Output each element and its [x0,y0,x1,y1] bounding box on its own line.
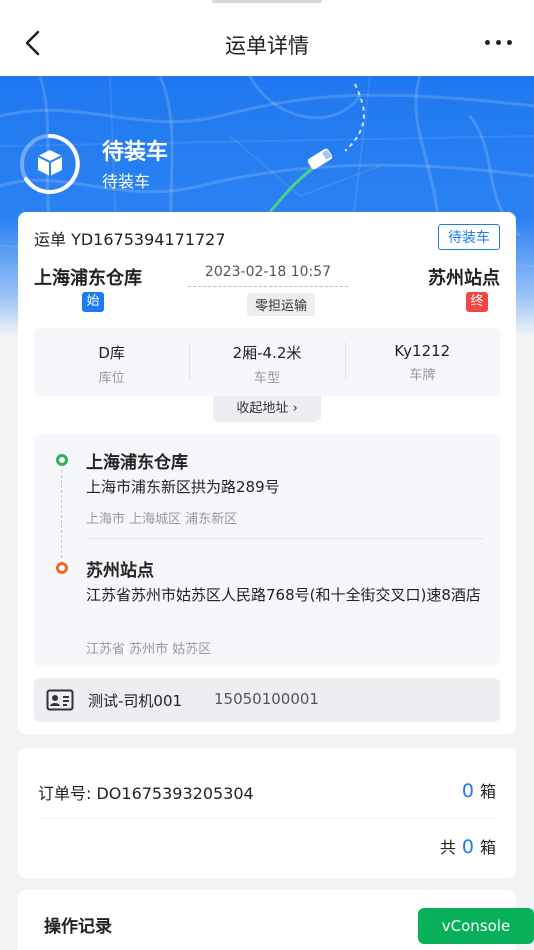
driver-phone[interactable]: 15050100001 [214,690,319,708]
origin-dot-icon [56,454,68,466]
address-divider [86,538,484,539]
spec-value: D库 [98,344,125,362]
status-badge: 待装车 [438,224,500,250]
spec-warehouse: D库 库位 [34,328,189,396]
route-divider [188,286,348,287]
origin-address-name: 上海浦东仓库 [86,453,188,473]
origin-address-line: 上海市浦东新区拱为路289号 [86,478,280,496]
route-line [61,470,62,558]
end-badge: 终 [466,292,488,312]
route-summary: 上海浦东仓库 始 2023-02-18 10:57 零担运输 苏州站点 终 [18,260,516,320]
spec-plate: Ky1212 车牌 [344,328,500,396]
destination-address-line: 江苏省苏州市姑苏区人民路768号(和十全街交叉口)速8酒店 [86,586,481,604]
order-count-unit: 箱 [479,782,496,801]
spec-value: 2厢-4.2米 [232,344,302,362]
collapse-address-button[interactable]: 收起地址 › [213,396,321,422]
spec-value: Ky1212 [394,342,451,360]
destination-dot-icon [56,562,68,574]
order-total: 共0箱 [440,834,496,858]
origin-address-region: 上海市 上海城区 浦东新区 [86,512,238,527]
vconsole-button[interactable]: vConsole [418,908,534,944]
order-count-value: 0 [461,780,474,802]
destination-name: 苏州站点 [428,268,500,289]
order-quantity: 0箱 [462,778,496,802]
spec-label: 库位 [98,371,125,386]
order-divider [38,818,496,819]
operation-log-title: 操作记录 [44,917,112,937]
total-unit: 箱 [479,838,496,857]
departure-time: 2023-02-18 10:57 [204,264,332,280]
start-badge: 始 [82,292,104,312]
driver-info[interactable]: 测试-司机001 15050100001 [34,678,500,722]
status-title: 待装车 [102,140,169,165]
address-panel: 上海浦东仓库 上海市浦东新区拱为路289号 上海市 上海城区 浦东新区 苏州站点… [34,434,500,666]
origin-name: 上海浦东仓库 [34,268,142,289]
order-card: 订单号: DO1675393205304 0箱 共0箱 [18,748,516,878]
order-number: 订单号: DO1675393205304 [38,784,254,803]
destination-address-name: 苏州站点 [86,561,154,581]
status-ring-icon [20,134,80,194]
total-prefix: 共 [439,838,456,857]
status-notch [212,0,322,3]
vehicle-specs: D库 库位 2厢-4.2米 车型 Ky1212 车牌 [34,328,500,396]
waybill-card: 运单 YD1675394171727 待装车 上海浦东仓库 始 2023-02-… [18,212,516,734]
page-title: 运单详情 [225,34,309,58]
spec-label: 车型 [253,371,280,386]
total-value: 0 [461,836,474,858]
waybill-number: 运单 YD1675394171727 [34,230,226,249]
more-icon[interactable] [485,40,512,45]
transport-mode: 零担运输 [247,293,316,316]
spec-vehicle-type: 2厢-4.2米 车型 [189,328,344,396]
destination-address-region: 江苏省 苏州市 姑苏区 [86,642,212,657]
spec-label: 车牌 [409,368,436,383]
status-subtitle: 待装车 [102,172,151,191]
navigation-bar: 运单详情 [0,0,534,76]
driver-name: 测试-司机001 [88,692,183,710]
id-card-icon [46,689,74,711]
